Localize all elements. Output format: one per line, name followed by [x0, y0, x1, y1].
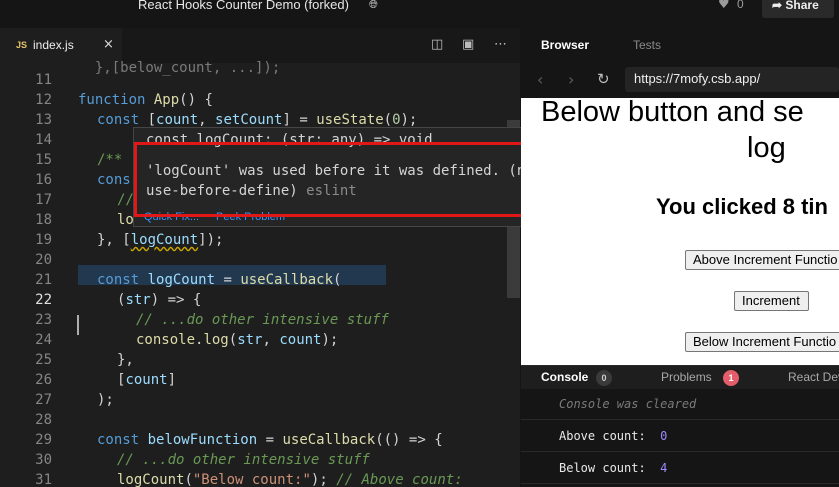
line-number: 21 — [35, 272, 52, 288]
reload-icon[interactable]: ↻ — [597, 70, 610, 88]
line-number: 25 — [35, 352, 52, 368]
code-line-29: const belowFunction = useCallback(() => … — [97, 432, 443, 448]
line-number: 27 — [35, 392, 52, 408]
code-line-27: ); — [97, 392, 114, 408]
code-line-18: lo — [117, 212, 134, 228]
console-output: Console was cleared Above count: 0 Below… — [521, 389, 839, 487]
sandbox-title[interactable]: React Hooks Counter Demo (forked) — [138, 0, 349, 12]
below-increment-button[interactable]: Below Increment Functio — [685, 332, 839, 352]
code-line-22: (str) => { — [117, 292, 202, 308]
url-text: https://7mofy.csb.app/ — [634, 71, 761, 86]
url-bar[interactable]: https://7mofy.csb.app/ — [625, 67, 839, 92]
tab-console[interactable]: Console — [541, 370, 588, 384]
code-line-26: [count] — [117, 372, 177, 388]
line-number: 23 — [35, 312, 52, 328]
code-line-11: },[below_count, ...]); — [78, 60, 281, 76]
lint-warning-token[interactable]: logCount — [131, 232, 198, 248]
code-line-16: cons — [97, 172, 131, 188]
line-number: 30 — [35, 452, 52, 468]
code-line-21: const logCount = useCallback( — [97, 272, 342, 288]
share-icon: ➦ — [772, 0, 783, 12]
line-number: 26 — [35, 372, 52, 388]
close-tab-icon[interactable]: × — [103, 37, 114, 52]
share-label: Share — [785, 0, 819, 12]
line-number: 12 — [35, 92, 52, 108]
code-line-15: /** — [97, 152, 123, 168]
more-icon[interactable]: ⋯ — [494, 37, 507, 52]
console-count-badge: 0 — [596, 370, 612, 386]
line-number: 13 — [35, 112, 52, 128]
line-number: 28 — [35, 412, 52, 428]
line-number: 29 — [35, 432, 52, 448]
top-bar: React Hooks Counter Demo (forked) 🌐︎ ♥ 0… — [0, 0, 839, 28]
code-line-25: }, — [117, 352, 134, 368]
tab-browser[interactable]: Browser — [541, 38, 589, 52]
code-editor[interactable]: JS index.js × ◫ ▣ ⋯ 11 12 13 14 15 16 17… — [0, 28, 520, 487]
problems-count-badge: 1 — [723, 370, 739, 386]
forward-icon[interactable]: › — [568, 70, 574, 89]
line-number: 17 — [35, 192, 52, 208]
line-number: 14 — [35, 132, 52, 148]
increment-button[interactable]: Increment — [734, 291, 809, 311]
code-line-30: // ...do other intensive stuff — [117, 452, 370, 468]
code-line-31: logCount("Below count:"); // Above count… — [117, 472, 463, 487]
code-line-24: console.log(str, count); — [136, 332, 339, 348]
back-icon[interactable]: ‹ — [537, 70, 543, 89]
browser-panel: Browser Tests ‹ › ↻ https://7mofy.csb.ap… — [521, 28, 839, 487]
console-line: Below count: 4 — [521, 453, 839, 484]
line-number: 16 — [35, 172, 52, 188]
click-count-text: You clicked 8 tin — [656, 194, 828, 219]
line-number: 15 — [35, 152, 52, 168]
above-increment-button[interactable]: Above Increment Functio — [685, 250, 839, 270]
tab-problems[interactable]: Problems — [661, 370, 712, 384]
console-tab-bar: Console 0 Problems 1 React Dev — [521, 365, 839, 389]
line-number: 18 — [35, 212, 52, 228]
code-line-19: }, [logCount]); — [97, 232, 224, 248]
console-line: Above count: 0 — [521, 421, 839, 452]
line-number: 11 — [35, 72, 52, 88]
split-editor-icon[interactable]: ◫ — [431, 37, 443, 52]
preview-heading-line2: log — [747, 132, 786, 164]
code-line-23: // ...do other intensive stuff — [136, 312, 389, 328]
tab-tests[interactable]: Tests — [633, 38, 661, 52]
text-cursor — [77, 315, 79, 335]
tab-filename: index.js — [33, 38, 74, 52]
app-preview: Below button and se log You clicked 8 ti… — [521, 98, 839, 365]
heart-icon[interactable]: ♥ — [718, 0, 730, 12]
like-count: 0 — [737, 0, 744, 11]
browser-tabs: Browser Tests — [521, 28, 839, 62]
browser-nav-bar: ‹ › ↻ https://7mofy.csb.app/ — [521, 64, 839, 98]
line-number: 24 — [35, 332, 52, 348]
line-number-active: 22 — [35, 292, 52, 308]
code-line-12: function App() { — [78, 92, 213, 108]
line-number: 20 — [35, 252, 52, 268]
preview-icon[interactable]: ▣ — [462, 37, 474, 52]
code-line-17: // — [117, 192, 134, 208]
tab-react-devtools[interactable]: React Dev — [788, 370, 839, 384]
line-number: 19 — [35, 232, 52, 248]
js-file-icon: JS — [16, 40, 28, 50]
line-number: 31 — [35, 472, 52, 487]
globe-icon: 🌐︎ — [369, 0, 378, 11]
preview-heading-line1: Below button and se — [541, 98, 804, 128]
share-button[interactable]: ➦ Share — [762, 0, 834, 18]
console-line: Console was cleared — [521, 389, 839, 420]
